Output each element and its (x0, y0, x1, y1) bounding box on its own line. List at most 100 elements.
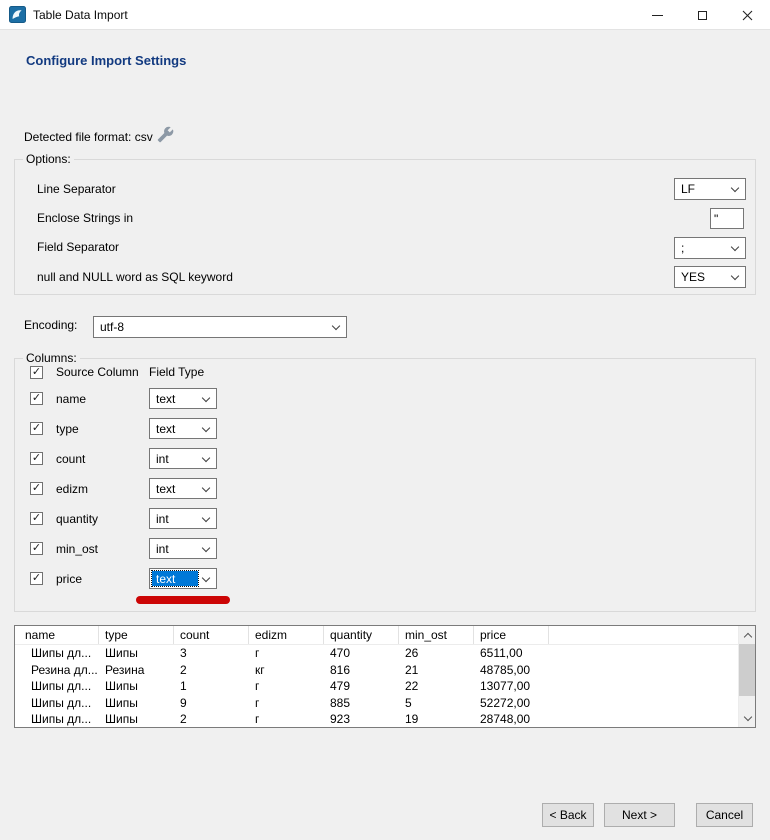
detected-format-label: Detected file format: csv (24, 130, 153, 144)
column-checkbox[interactable]: ✓ (30, 422, 43, 435)
table-cell: Резина дл... (15, 662, 99, 679)
table-cell: 3 (174, 645, 249, 662)
chevron-down-icon (332, 322, 340, 330)
null-keyword-label: null and NULL word as SQL keyword (37, 267, 233, 287)
column-header[interactable]: quantity (324, 626, 399, 644)
back-button[interactable]: < Back (542, 803, 594, 827)
table-cell: 19 (399, 711, 474, 728)
table-data-import-window: Table Data Import Configure Import Setti… (0, 0, 770, 840)
column-header[interactable]: min_ost (399, 626, 474, 644)
table-row[interactable]: Шипы дл...Шипы3г470266511,00 (15, 645, 755, 662)
scrollbar-thumb[interactable] (739, 644, 756, 696)
table-cell: Шипы дл... (15, 645, 99, 662)
column-header[interactable]: price (474, 626, 549, 644)
check-icon: ✓ (32, 423, 41, 434)
source-column-name: count (56, 448, 85, 470)
table-row[interactable]: Шипы дл...Шипы9г885552272,00 (15, 695, 755, 712)
field-type-header: Field Type (149, 365, 204, 379)
column-header[interactable]: count (174, 626, 249, 644)
field-type-select[interactable]: text (149, 568, 217, 589)
source-column-name: name (56, 388, 86, 410)
chevron-down-icon (202, 454, 210, 462)
table-cell: Шипы (99, 695, 174, 712)
column-mapping-row: ✓pricetext (15, 568, 755, 590)
table-cell: 470 (324, 645, 399, 662)
field-type-select[interactable]: text (149, 418, 217, 439)
minimize-button[interactable] (635, 0, 680, 30)
table-cell: Шипы (99, 678, 174, 695)
chevron-down-icon (202, 484, 210, 492)
table-cell: г (249, 678, 324, 695)
column-header[interactable]: type (99, 626, 174, 644)
column-mapping-row: ✓quantityint (15, 508, 755, 530)
check-icon: ✓ (32, 573, 41, 584)
table-row[interactable]: Шипы дл...Шипы2г9231928748,00 (15, 711, 755, 728)
scroll-up-button[interactable] (739, 626, 756, 643)
column-header-filler (549, 626, 755, 644)
scroll-down-button[interactable] (739, 710, 756, 727)
source-column-name: min_ost (56, 538, 98, 560)
page-title: Configure Import Settings (26, 53, 186, 68)
table-cell: 2 (174, 662, 249, 679)
table-row[interactable]: Резина дл...Резина2кг8162148785,00 (15, 662, 755, 679)
field-type-select[interactable]: int (149, 448, 217, 469)
field-type-select[interactable]: int (149, 538, 217, 559)
column-checkbox[interactable]: ✓ (30, 482, 43, 495)
minimize-icon (652, 15, 663, 16)
preview-table-body: Шипы дл...Шипы3г470266511,00Резина дл...… (15, 645, 755, 728)
column-mapping-row: ✓ count int (15, 448, 755, 470)
encoding-select[interactable]: utf-8 (93, 316, 347, 338)
table-cell: 885 (324, 695, 399, 712)
table-cell: 48785,00 (474, 662, 549, 679)
table-cell: 28748,00 (474, 711, 549, 728)
vertical-scrollbar[interactable] (738, 626, 755, 727)
enclose-strings-input[interactable]: " (710, 208, 744, 229)
null-keyword-select[interactable]: YES (674, 266, 746, 288)
table-cell: 2 (174, 711, 249, 728)
next-button[interactable]: Next > (604, 803, 675, 827)
columns-group: Columns: ✓ Source Column Field Type ✓nam… (14, 358, 756, 612)
table-cell: 22 (399, 678, 474, 695)
columns-group-label: Columns: (23, 351, 80, 365)
select-all-checkbox[interactable]: ✓ (30, 366, 43, 379)
table-row[interactable]: Шипы дл...Шипы1г4792213077,00 (15, 678, 755, 695)
maximize-button[interactable] (680, 0, 725, 30)
field-separator-select[interactable]: ; (674, 237, 746, 259)
title-bar[interactable]: Table Data Import (0, 0, 770, 30)
close-icon (742, 10, 753, 21)
check-icon: ✓ (32, 393, 41, 404)
options-group: Options: Line Separator Enclose Strings … (14, 159, 756, 295)
column-checkbox[interactable]: ✓ (30, 392, 43, 405)
column-mapping-row: ✓typetext (15, 418, 755, 440)
table-cell: Резина (99, 662, 174, 679)
column-checkbox[interactable]: ✓ (30, 512, 43, 525)
column-header[interactable]: edizm (249, 626, 324, 644)
table-cell: 5 (399, 695, 474, 712)
field-type-select[interactable]: text (149, 388, 217, 409)
column-checkbox[interactable]: ✓ (30, 452, 43, 465)
check-icon: ✓ (32, 483, 41, 494)
field-type-select[interactable]: int (149, 508, 217, 529)
column-header[interactable]: name (15, 626, 99, 644)
maximize-icon (698, 11, 707, 20)
table-cell: 479 (324, 678, 399, 695)
table-cell: 816 (324, 662, 399, 679)
table-cell: 1 (174, 678, 249, 695)
field-type-select[interactable]: text (149, 478, 217, 499)
wrench-icon[interactable] (157, 126, 174, 143)
column-checkbox[interactable]: ✓ (30, 542, 43, 555)
preview-table: nametypecountedizmquantitymin_ostprice Ш… (14, 625, 756, 728)
table-cell: 26 (399, 645, 474, 662)
chevron-down-icon (202, 574, 210, 582)
line-separator-select[interactable]: LF (674, 178, 746, 200)
close-button[interactable] (725, 0, 770, 30)
line-separator-label: Line Separator (37, 179, 116, 199)
mysql-workbench-icon (9, 6, 26, 23)
table-cell: Шипы дл... (15, 711, 99, 728)
table-cell: кг (249, 662, 324, 679)
cancel-button[interactable]: Cancel (696, 803, 753, 827)
table-cell: 923 (324, 711, 399, 728)
table-cell: Шипы (99, 645, 174, 662)
column-checkbox[interactable]: ✓ (30, 572, 43, 585)
table-cell: г (249, 695, 324, 712)
